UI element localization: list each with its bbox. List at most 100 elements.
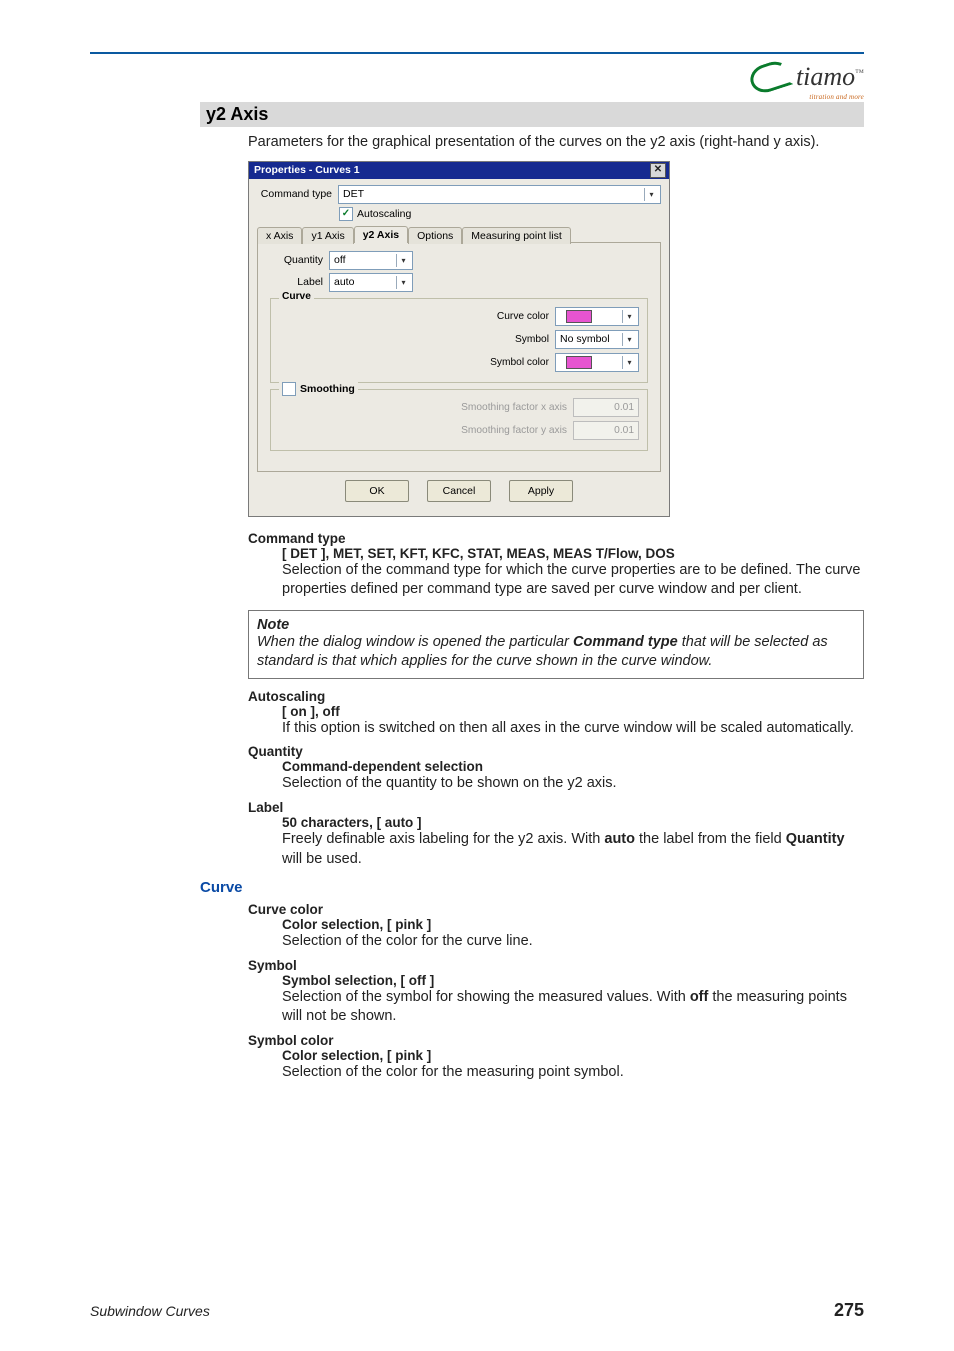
tab-strip: x Axis y1 Axis y2 Axis Options Measuring… — [257, 225, 661, 242]
footer-page-number: 275 — [834, 1300, 864, 1321]
def-text-quantity: Selection of the quantity to be shown on… — [282, 774, 864, 794]
def-term-quantity: Quantity — [248, 744, 864, 759]
label-value: auto — [334, 276, 354, 288]
note-bold: Command type — [573, 634, 678, 650]
label-text-post: will be used. — [282, 851, 362, 867]
chevron-down-icon: ▾ — [644, 188, 658, 201]
smoothing-y-label: Smoothing factor y axis — [461, 425, 567, 436]
def-term-command-type: Command type — [248, 531, 864, 546]
def-term-label: Label — [248, 800, 864, 815]
color-swatch-icon — [566, 356, 592, 369]
page-footer: Subwindow Curves 275 — [90, 1300, 864, 1321]
smoothing-checkbox[interactable]: Smoothing — [279, 382, 358, 396]
label-select[interactable]: auto ▾ — [329, 273, 413, 292]
def-text-command-type: Selection of the command type for which … — [282, 561, 864, 600]
command-type-select[interactable]: DET ▾ — [338, 185, 661, 204]
chevron-down-icon: ▾ — [396, 254, 410, 267]
note-box: Note When the dialog window is opened th… — [248, 610, 864, 679]
chevron-down-icon: ▾ — [622, 333, 636, 346]
dialog-titlebar[interactable]: Properties - Curves 1 ✕ — [249, 162, 669, 179]
label-text-mid: the label from the field — [635, 831, 786, 847]
tab-y2-axis[interactable]: y2 Axis — [354, 226, 408, 243]
tab-options[interactable]: Options — [408, 227, 462, 244]
def-text-label: Freely definable axis labeling for the y… — [282, 830, 864, 869]
def-text-autoscaling: If this option is switched on then all a… — [282, 719, 864, 739]
symbol-text-pre: Selection of the symbol for showing the … — [282, 989, 690, 1005]
def-term-symbol-color: Symbol color — [248, 1033, 864, 1048]
label-label: Label — [268, 276, 323, 288]
smoothing-x-label: Smoothing factor x axis — [461, 402, 567, 413]
def-options-symbol-color: Color selection, [ pink ] — [282, 1048, 864, 1063]
properties-dialog: Properties - Curves 1 ✕ Command type DET… — [248, 161, 670, 517]
checkbox-checked-icon: ✓ — [339, 207, 353, 221]
def-options-command-type: [ DET ], MET, SET, KFT, KFC, STAT, MEAS,… — [282, 546, 864, 561]
note-title: Note — [257, 617, 855, 633]
swoosh-icon — [747, 58, 794, 97]
def-options-label: 50 characters, [ auto ] — [282, 815, 864, 830]
def-options-curve-color: Color selection, [ pink ] — [282, 917, 864, 932]
symbol-bold-off: off — [690, 989, 709, 1005]
definition-list: Curve color Color selection, [ pink ] Se… — [248, 902, 864, 1082]
label-bold-auto: auto — [604, 831, 635, 847]
header-rule — [90, 52, 864, 54]
smoothing-y-input[interactable]: 0.01 — [573, 421, 639, 440]
trademark-icon: ™ — [855, 67, 864, 77]
command-type-label: Command type — [257, 188, 332, 200]
tab-y1-axis[interactable]: y1 Axis — [302, 227, 353, 244]
quantity-value: off — [334, 254, 345, 266]
brand-name: tiamo™ titration and more — [796, 62, 864, 92]
symbol-color-label: Symbol color — [490, 357, 549, 368]
brand-name-text: tiamo — [796, 62, 855, 91]
symbol-select[interactable]: No symbol ▾ — [555, 330, 639, 349]
curve-color-label: Curve color — [497, 311, 549, 322]
ok-button[interactable]: OK — [345, 480, 409, 502]
quantity-label: Quantity — [268, 254, 323, 266]
def-term-autoscaling: Autoscaling — [248, 689, 864, 704]
checkbox-unchecked-icon — [282, 382, 296, 396]
def-text-symbol: Selection of the symbol for showing the … — [282, 988, 864, 1027]
label-bold-quantity: Quantity — [786, 831, 845, 847]
chevron-down-icon: ▾ — [622, 356, 636, 369]
chevron-down-icon: ▾ — [622, 310, 636, 323]
curve-subheading: Curve — [200, 879, 864, 896]
symbol-label: Symbol — [515, 334, 549, 345]
def-term-curve-color: Curve color — [248, 902, 864, 917]
symbol-value: No symbol — [560, 333, 610, 345]
brand-tagline: titration and more — [809, 93, 864, 101]
curve-legend: Curve — [279, 291, 314, 302]
note-pre: When the dialog window is opened the par… — [257, 634, 573, 650]
smoothing-fieldset: Smoothing Smoothing factor x axis 0.01 S… — [270, 389, 648, 451]
def-options-autoscaling: [ on ], off — [282, 704, 864, 719]
def-text-symbol-color: Selection of the color for the measuring… — [282, 1063, 864, 1083]
section-intro: Parameters for the graphical presentatio… — [248, 133, 864, 153]
chevron-down-icon: ▾ — [396, 276, 410, 289]
tab-panel-y2: Quantity off ▾ Label auto ▾ — [257, 242, 661, 472]
definition-list: Autoscaling [ on ], off If this option i… — [248, 689, 864, 869]
def-term-symbol: Symbol — [248, 958, 864, 973]
def-options-quantity: Command-dependent selection — [282, 759, 864, 774]
apply-button[interactable]: Apply — [509, 480, 573, 502]
close-icon[interactable]: ✕ — [650, 163, 666, 178]
autoscaling-label: Autoscaling — [357, 208, 411, 220]
quantity-select[interactable]: off ▾ — [329, 251, 413, 270]
cancel-button[interactable]: Cancel — [427, 480, 491, 502]
footer-left: Subwindow Curves — [90, 1303, 210, 1319]
smoothing-x-input[interactable]: 0.01 — [573, 398, 639, 417]
curve-color-select[interactable]: ▾ — [555, 307, 639, 326]
section-title: y2 Axis — [206, 104, 858, 125]
note-body: When the dialog window is opened the par… — [257, 633, 855, 672]
smoothing-legend: Smoothing — [300, 383, 355, 395]
tab-x-axis[interactable]: x Axis — [257, 227, 302, 244]
def-text-curve-color: Selection of the color for the curve lin… — [282, 932, 864, 952]
definition-list: Command type [ DET ], MET, SET, KFT, KFC… — [248, 531, 864, 600]
def-options-symbol: Symbol selection, [ off ] — [282, 973, 864, 988]
command-type-value: DET — [343, 188, 364, 200]
autoscaling-checkbox[interactable]: ✓ Autoscaling — [339, 207, 661, 221]
tab-measuring-point-list[interactable]: Measuring point list — [462, 227, 570, 244]
brand-logo: tiamo™ titration and more — [750, 62, 864, 92]
dialog-title: Properties - Curves 1 — [254, 164, 360, 176]
curve-fieldset: Curve Curve color ▾ Symbol No symbol — [270, 298, 648, 383]
section-heading-bar: y2 Axis — [200, 102, 864, 127]
color-swatch-icon — [566, 310, 592, 323]
symbol-color-select[interactable]: ▾ — [555, 353, 639, 372]
